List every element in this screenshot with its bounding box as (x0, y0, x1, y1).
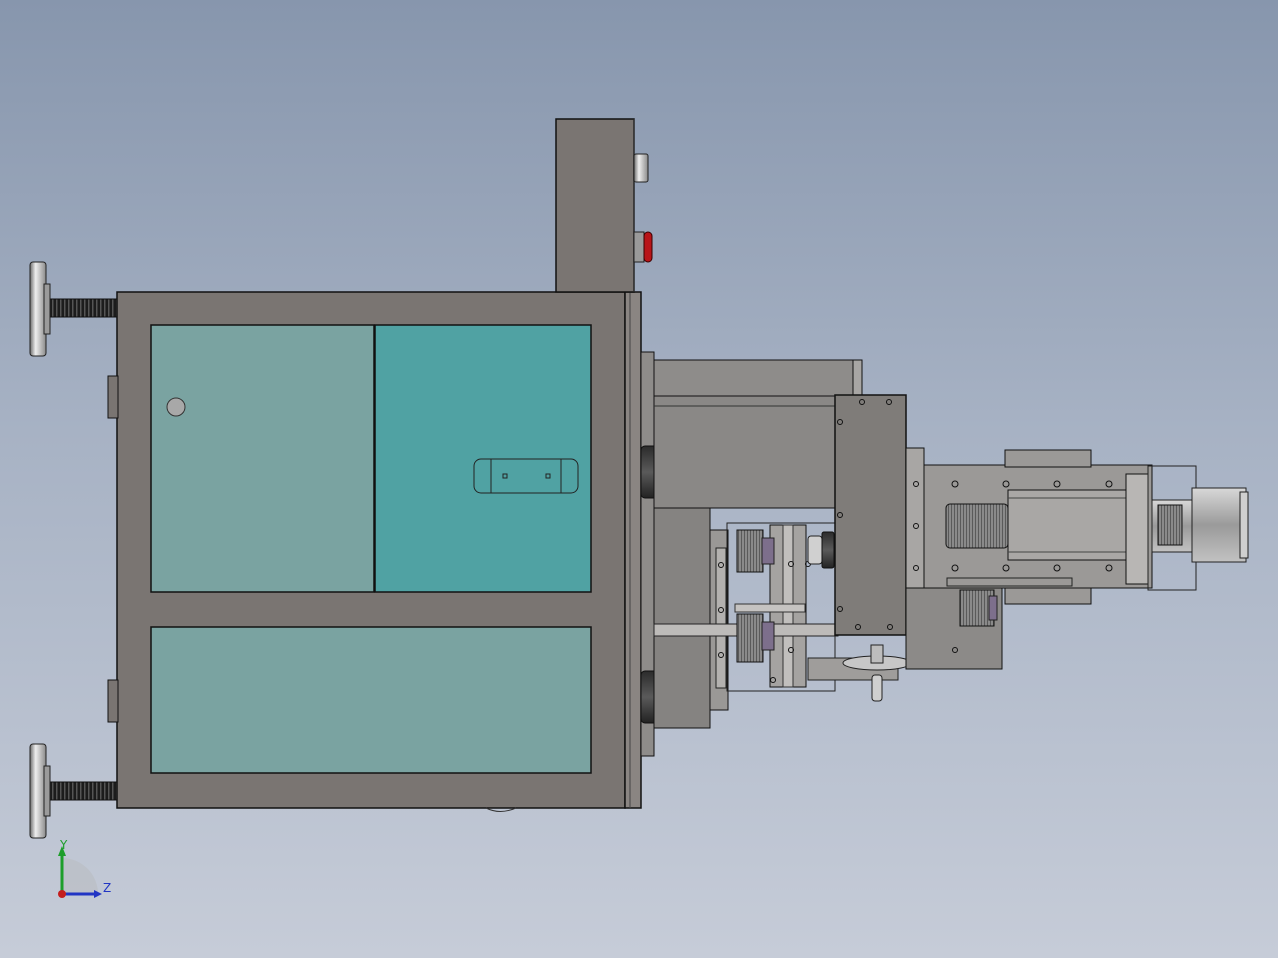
cabinet-door-bottom[interactable] (150, 626, 592, 774)
z-axis-label: Z (103, 881, 111, 895)
horizontal-beam (653, 359, 863, 509)
carriage-plate (834, 394, 907, 636)
leveling-foot-top (29, 261, 119, 357)
machine-model[interactable]: Y Z (0, 0, 1278, 958)
servo-motor (1147, 465, 1249, 591)
y-axis-label: Y (59, 838, 68, 852)
adjustment-handwheel[interactable] (807, 644, 912, 702)
cabinet-door-right[interactable] (374, 324, 592, 593)
control-box (555, 118, 635, 293)
drive-housing (653, 507, 729, 729)
start-button[interactable] (633, 153, 649, 183)
pulley-lower (736, 613, 775, 663)
emergency-stop-button[interactable] (633, 231, 653, 263)
cad-viewport[interactable]: Y Z (0, 0, 1278, 958)
coordinate-triad: Y Z (58, 838, 111, 898)
leveling-foot-bottom (29, 743, 119, 839)
cabinet-door-left[interactable] (150, 324, 375, 593)
